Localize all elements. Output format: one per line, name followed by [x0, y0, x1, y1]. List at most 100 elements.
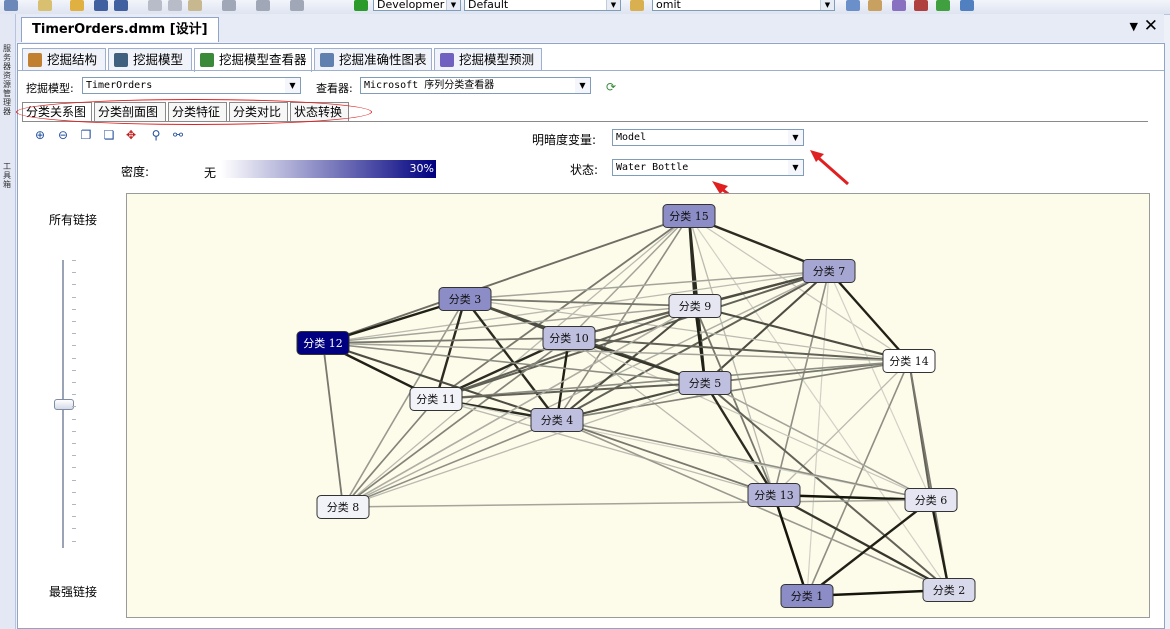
cluster-node[interactable]: 分类 12	[296, 331, 350, 355]
cluster-node[interactable]: 分类 14	[882, 349, 936, 373]
mining-model-combo[interactable]: TimerOrders ▼	[82, 77, 301, 94]
tab-accuracy-chart[interactable]: 挖掘准确性图表	[314, 48, 432, 70]
chevron-down-icon[interactable]: ▼	[575, 78, 590, 93]
cluster-diagram-canvas[interactable]: 分类 15 分类 7 分类 3 分类 9 分类 10 分类 12 分类 14 分类 5 分类 1…	[126, 193, 1150, 618]
cluster-node[interactable]: 分类 13	[747, 483, 801, 507]
tab-mining-prediction[interactable]: 挖掘模型预测	[434, 48, 542, 70]
cluster-node[interactable]: 分类 6	[904, 488, 958, 512]
undo-icon[interactable]	[222, 0, 236, 11]
cluster-node[interactable]: 分类 3	[438, 287, 492, 311]
slider-tick	[72, 479, 76, 481]
window-position-icon[interactable]: ▼	[1130, 20, 1138, 33]
configuration-combo[interactable]: Developmer ▼	[373, 0, 461, 11]
tab-mining-structure[interactable]: 挖掘结构	[22, 48, 106, 70]
tab-mining-model-viewer[interactable]: 挖掘模型查看器	[194, 48, 312, 72]
export-icon[interactable]	[936, 0, 950, 11]
cluster-node[interactable]: 分类 11	[409, 387, 463, 411]
zoom-out-icon[interactable]: ⊖	[56, 128, 70, 142]
slider-tick	[72, 333, 76, 335]
structure-icon	[28, 53, 42, 67]
cluster-link[interactable]	[322, 215, 690, 344]
chevron-down-icon[interactable]: ▼	[788, 130, 803, 145]
open-icon[interactable]	[70, 0, 84, 11]
document-tab[interactable]: TimerOrders.dmm [设计]	[21, 17, 219, 42]
server-explorer-tab[interactable]: 服务器资源管理器	[1, 44, 13, 116]
cluster-link[interactable]	[556, 419, 775, 496]
cluster-link[interactable]	[694, 305, 775, 496]
cluster-link[interactable]	[464, 298, 696, 307]
save-icon[interactable]	[94, 0, 108, 11]
copy-graph-icon[interactable]: ❐	[79, 128, 93, 142]
navigate-icon[interactable]	[290, 0, 304, 11]
cluster-node[interactable]: 分类 7	[802, 259, 856, 283]
add-item-icon[interactable]	[38, 0, 52, 11]
slider-tick	[72, 321, 76, 322]
cluster-link[interactable]	[773, 360, 910, 496]
cluster-link[interactable]	[806, 270, 830, 597]
density-min-label: 无	[204, 166, 217, 180]
viewer-combo[interactable]: Microsoft 序列分类查看器 ▼	[360, 77, 591, 94]
slider-tick	[72, 308, 76, 310]
cluster-link[interactable]	[322, 342, 344, 508]
cluster-node[interactable]: 分类 4	[530, 408, 584, 432]
layout-icon[interactable]: ⚯	[171, 128, 185, 142]
cluster-link[interactable]	[556, 419, 932, 501]
close-icon[interactable]: ✕	[1144, 16, 1158, 36]
chevron-down-icon[interactable]: ▼	[820, 0, 834, 10]
redo-icon[interactable]	[256, 0, 270, 11]
cluster-node-label: 分类 10	[549, 331, 589, 345]
cluster-node-label: 分类 3	[449, 292, 482, 306]
start-debug-icon[interactable]	[354, 0, 368, 11]
cluster-link[interactable]	[342, 499, 932, 508]
cluster-link[interactable]	[806, 499, 932, 597]
cut-icon[interactable]	[148, 0, 162, 11]
cluster-node[interactable]: 分类 10	[542, 326, 596, 350]
cluster-link[interactable]	[828, 270, 932, 501]
toolbox-tab[interactable]: 工具箱	[1, 162, 13, 189]
cluster-link[interactable]	[342, 419, 558, 508]
paste-icon[interactable]	[188, 0, 202, 11]
new-project-icon[interactable]	[4, 0, 18, 11]
find-icon[interactable]	[846, 0, 860, 11]
strongest-links-label: 最强链接	[49, 585, 98, 599]
find-node-icon[interactable]: ⚲	[149, 128, 163, 142]
object-browser-icon[interactable]	[892, 0, 906, 11]
refresh-icon[interactable]: ⟳	[604, 80, 618, 94]
cluster-node[interactable]: 分类 9	[668, 294, 722, 318]
platform-combo[interactable]: Default ▼	[464, 0, 621, 11]
tab-mining-models[interactable]: 挖掘模型	[108, 48, 192, 70]
cluster-node[interactable]: 分类 5	[678, 371, 732, 395]
fit-to-window-icon[interactable]: ✥	[124, 128, 138, 142]
copy-selection-icon[interactable]: ❏	[102, 128, 116, 142]
cluster-node-label: 分类 2	[933, 583, 966, 597]
cluster-node[interactable]: 分类 2	[922, 578, 976, 602]
chevron-down-icon[interactable]: ▼	[285, 78, 300, 93]
cluster-link[interactable]	[694, 304, 910, 363]
chevron-down-icon[interactable]: ▼	[446, 0, 460, 10]
toolbox-icon[interactable]	[914, 0, 928, 11]
slider-tick	[72, 443, 76, 444]
document-tab-bar: TimerOrders.dmm [设计] ▼ ✕	[16, 14, 1164, 42]
save-all-icon[interactable]	[114, 0, 128, 11]
cluster-node[interactable]: 分类 8	[316, 495, 370, 519]
viewer-value: Microsoft 序列分类查看器	[364, 80, 495, 91]
cluster-node[interactable]: 分类 15	[662, 204, 716, 228]
cluster-node-label: 分类 9	[679, 299, 712, 313]
tab-label: 挖掘结构	[47, 52, 98, 67]
find-in-files-icon[interactable]	[630, 0, 644, 11]
link-strength-slider[interactable]	[54, 260, 76, 548]
side-toolwindow-strip: 服务器资源管理器 工具箱	[0, 14, 16, 629]
properties-icon[interactable]	[868, 0, 882, 11]
chevron-down-icon[interactable]: ▼	[606, 0, 620, 10]
window-icon[interactable]	[960, 0, 974, 11]
zoom-in-icon[interactable]: ⊕	[33, 128, 47, 142]
cluster-link[interactable]	[435, 270, 830, 400]
cluster-node[interactable]: 分类 1	[780, 584, 834, 608]
slider-thumb[interactable]	[54, 399, 74, 410]
cluster-link[interactable]	[704, 360, 910, 384]
find-combo[interactable]: omit ▼	[652, 0, 835, 11]
copy-icon[interactable]	[168, 0, 182, 11]
slider-tick	[72, 382, 76, 383]
cluster-link[interactable]	[568, 337, 932, 501]
all-links-label: 所有链接	[49, 213, 98, 227]
